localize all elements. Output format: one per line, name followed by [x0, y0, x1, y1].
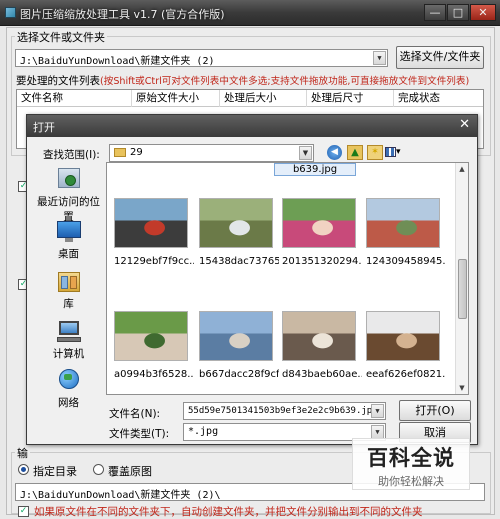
watermark-title: 百科全说	[367, 446, 455, 470]
app-title-bar: 图片压缩缩放处理工具 v1.7 (官方合作版) — □ ✕	[0, 0, 500, 26]
recent-places-icon	[56, 167, 82, 191]
chevron-down-icon[interactable]: ▼	[371, 425, 384, 439]
file-list-label: 要处理的文件列表	[16, 75, 100, 87]
file-thumbnail[interactable]	[366, 311, 440, 361]
chevron-down-icon[interactable]: ▼	[371, 404, 384, 418]
computer-icon	[56, 319, 82, 343]
file-thumbnail-name: a0994b3f6528...	[114, 369, 194, 380]
place-computer[interactable]: 计算机	[32, 319, 105, 361]
place-network-label: 网络	[58, 397, 79, 409]
lookin-value: 29	[130, 147, 143, 158]
network-icon	[56, 368, 82, 392]
auto-folder-checkbox-label[interactable]: 如果原文件在不同的文件夹下，自动创建文件夹，并把文件分别输出到不同的文件夹	[34, 504, 423, 519]
auto-folder-checkbox[interactable]: ✓	[18, 506, 29, 517]
maximize-button[interactable]: □	[447, 4, 469, 21]
column-filename[interactable]: 文件名称	[17, 90, 132, 107]
file-thumbnail-name: 124309458945...	[366, 256, 446, 267]
new-folder-icon[interactable]: ✶	[367, 145, 383, 160]
dialog-title: 打开	[33, 121, 55, 134]
file-thumbnail-name: eeaf626ef0821...	[366, 369, 446, 380]
chevron-down-icon[interactable]: ▼	[373, 51, 386, 65]
back-icon[interactable]: ◀	[327, 145, 342, 160]
app-title: 图片压缩缩放处理工具 v1.7 (官方合作版)	[20, 8, 225, 21]
open-button[interactable]: 打开(O)	[399, 400, 471, 421]
place-desktop-label: 桌面	[58, 248, 79, 260]
file-thumbnail[interactable]	[282, 198, 356, 248]
up-folder-icon[interactable]: ▲	[347, 145, 363, 160]
column-processed-size[interactable]: 处理后大小	[220, 90, 307, 107]
folder-icon	[114, 147, 126, 157]
place-computer-label: 计算机	[52, 348, 85, 360]
file-list-hint: (按Shift或Ctrl可对文件列表中文件多选;支持文件拖放功能,可直接拖放文件…	[100, 76, 470, 87]
open-file-dialog: 打开 ✕ 查找范围(I): 29 ▼ ◀ ▲ ✶ ▾ 最近访问的位置 桌面 库 …	[26, 114, 478, 445]
dialog-close-icon[interactable]: ✕	[459, 117, 470, 132]
filetype-value: *.jpg	[188, 426, 219, 437]
scrollbar-thumb[interactable]	[458, 259, 467, 319]
file-thumbnail-name: d843baeb60ae...	[282, 369, 362, 380]
file-thumbnail[interactable]	[199, 198, 273, 248]
place-libraries-label: 库	[63, 298, 74, 310]
file-thumbnail[interactable]	[366, 198, 440, 248]
file-list-header: 文件名称 原始文件大小 处理后大小 处理后尺寸 完成状态	[17, 90, 483, 107]
radio-target-folder[interactable]	[18, 464, 29, 475]
vertical-scrollbar[interactable]: ▲ ▼	[455, 163, 468, 394]
close-button[interactable]: ✕	[470, 4, 496, 21]
desktop-icon	[56, 219, 82, 243]
source-path-text: J:\BaiduYunDownload\新建文件夹 (2)	[20, 56, 215, 67]
output-group-label: 输	[15, 445, 30, 461]
lookin-combo[interactable]: 29 ▼	[109, 144, 314, 162]
file-thumbnail-name: 12129ebf7f9cc...	[114, 256, 194, 267]
filename-label: 文件名(N):	[109, 408, 161, 420]
select-file-button[interactable]: 选择文件/文件夹	[396, 46, 484, 69]
column-status[interactable]: 完成状态	[394, 90, 485, 107]
watermark-logo: 百科全说 助你轻松解决	[352, 438, 470, 490]
file-thumbnail-name: b667dacc28f9cf...	[199, 369, 279, 380]
filename-input[interactable]: 55d59e7501341503b9ef3e2e2c9b639.jpg ▼	[183, 402, 386, 420]
place-recent[interactable]: 最近访问的位置	[32, 167, 105, 224]
file-browser-pane[interactable]: b639.jpg 12129ebf7f9cc... 15438dac73765..…	[106, 162, 469, 395]
libraries-icon	[56, 269, 82, 293]
filetype-label: 文件类型(T):	[109, 428, 170, 440]
place-desktop[interactable]: 桌面	[32, 219, 105, 261]
app-icon	[5, 7, 16, 18]
file-thumbnail[interactable]	[199, 311, 273, 361]
chevron-down-icon[interactable]: ▼	[299, 146, 312, 160]
column-processed-dimensions[interactable]: 处理后尺寸	[307, 90, 394, 107]
file-thumbnail[interactable]	[114, 198, 188, 248]
file-thumbnail-name: 201351320294...	[282, 256, 362, 267]
radio-overwrite[interactable]	[93, 464, 104, 475]
watermark-subtitle: 助你轻松解决	[378, 475, 444, 488]
file-list-caption: 要处理的文件列表(按Shift或Ctrl可对文件列表中文件多选;支持文件拖放功能…	[16, 73, 469, 88]
scroll-up-icon[interactable]: ▲	[456, 163, 468, 175]
partial-file-name: b639.jpg	[292, 164, 338, 175]
view-menu-icon[interactable]: ▾	[385, 146, 409, 159]
lookin-label: 查找范围(I):	[43, 149, 100, 161]
place-libraries[interactable]: 库	[32, 269, 105, 311]
place-network[interactable]: 网络	[32, 368, 105, 410]
source-path-combo[interactable]: J:\BaiduYunDownload\新建文件夹 (2) ▼	[15, 49, 388, 67]
partial-file-item[interactable]: b639.jpg	[274, 163, 356, 176]
output-path-text: J:\BaiduYunDownload\新建文件夹 (2)\	[20, 490, 221, 501]
source-group-label: 选择文件或文件夹	[15, 29, 107, 45]
minimize-button[interactable]: —	[424, 4, 446, 21]
dialog-title-bar: 打开 ✕	[27, 115, 477, 137]
scroll-down-icon[interactable]: ▼	[456, 382, 468, 394]
radio-overwrite-label[interactable]: 覆盖原图	[108, 463, 152, 479]
filename-value: 55d59e7501341503b9ef3e2e2c9b639.jpg	[188, 406, 378, 416]
file-thumbnail-name: 15438dac73765...	[199, 256, 279, 267]
file-thumbnail[interactable]	[282, 311, 356, 361]
radio-target-folder-label[interactable]: 指定目录	[33, 463, 77, 479]
file-thumbnail[interactable]	[114, 311, 188, 361]
column-original-size[interactable]: 原始文件大小	[132, 90, 220, 107]
